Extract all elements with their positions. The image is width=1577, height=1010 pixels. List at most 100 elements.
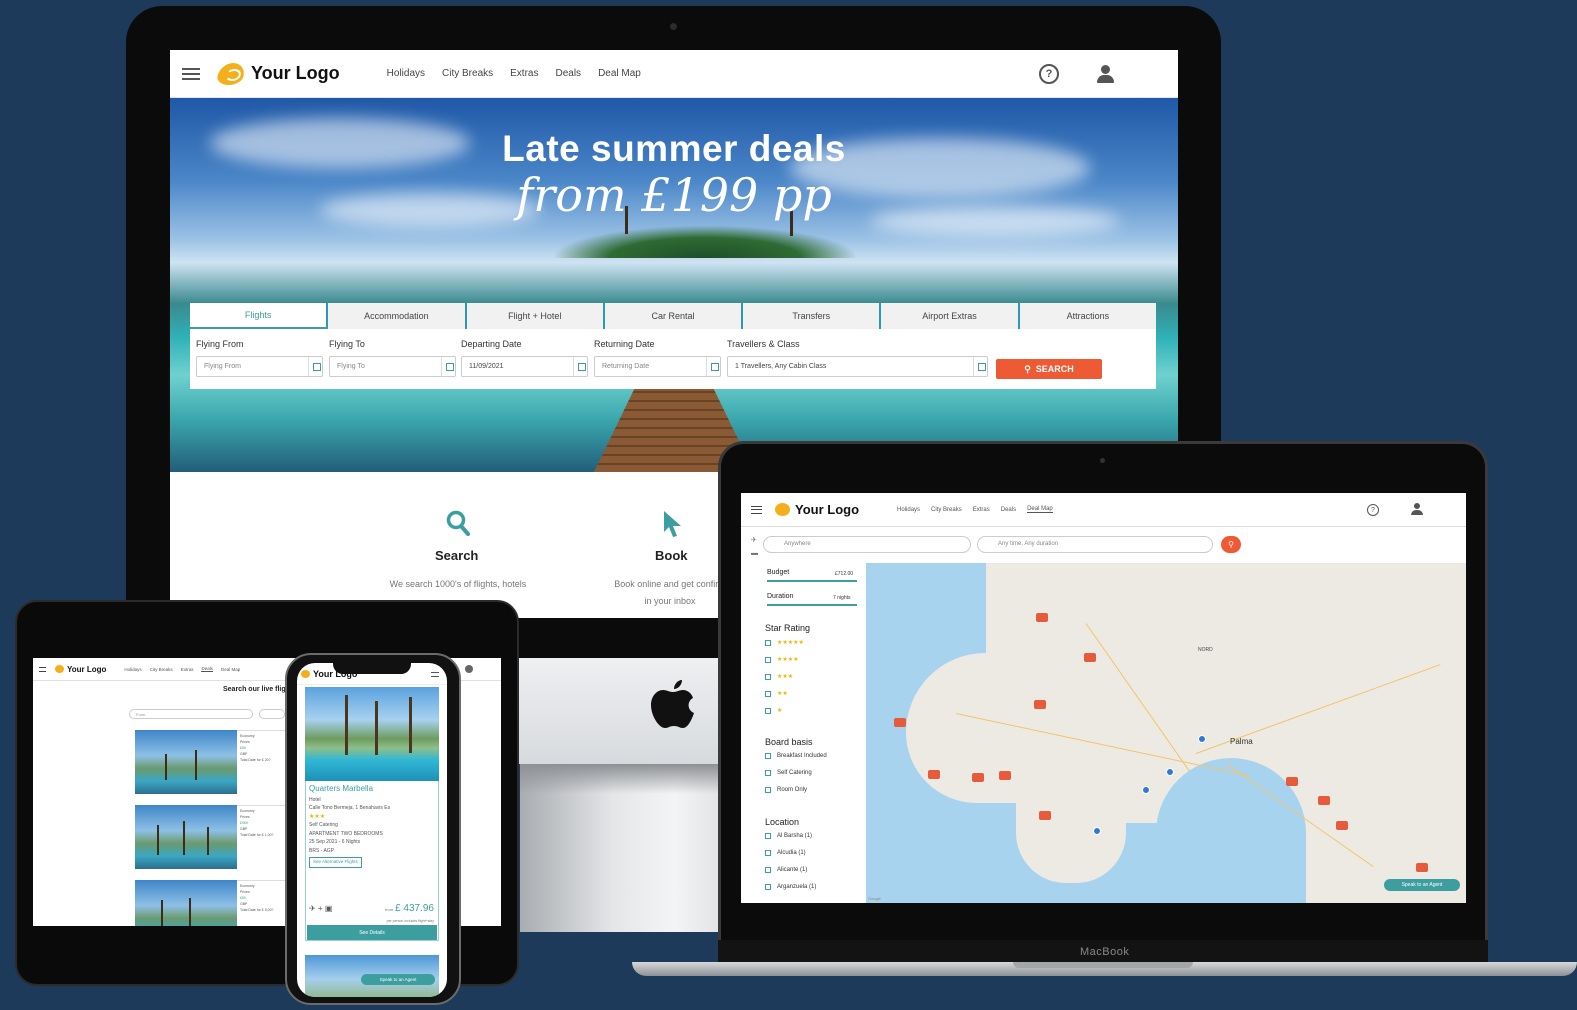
alternative-flights-button[interactable]: See Alternative Flights: [309, 857, 362, 868]
checkbox[interactable]: [765, 656, 771, 663]
departing-date-input[interactable]: 11/09/2021: [461, 356, 588, 377]
travellers-input[interactable]: 1 Travellers, Any Cabin Class: [727, 356, 988, 377]
deal-map[interactable]: Palma NORD Google Speak to an Agent: [866, 563, 1466, 903]
tab-car-rental[interactable]: Car Rental: [605, 303, 744, 329]
nav-link-extras[interactable]: Extras: [181, 667, 194, 672]
logo[interactable]: Your Logo: [55, 665, 106, 674]
tablet-from-input[interactable]: From: [129, 709, 253, 719]
tab-accommodation[interactable]: Accommodation: [328, 303, 467, 329]
nav-link-deal-map[interactable]: Deal Map: [221, 667, 240, 672]
checkbox[interactable]: [765, 673, 771, 680]
logo[interactable]: Your Logo: [775, 502, 859, 517]
returning-date-input[interactable]: Returning Date: [594, 356, 721, 377]
deal-marker[interactable]: [1318, 796, 1330, 805]
star-filter-3[interactable]: ★★★: [765, 673, 793, 680]
board-filter-breakfast[interactable]: Breakfast Included: [765, 753, 827, 759]
hotel-pin[interactable]: [1198, 735, 1206, 743]
deal-marker[interactable]: [1336, 821, 1348, 830]
hotel-image[interactable]: [305, 687, 439, 781]
deal-marker[interactable]: [1039, 811, 1051, 820]
map-search-button[interactable]: ⚲: [1221, 536, 1241, 553]
deal-marker[interactable]: [1084, 653, 1096, 662]
nav-link-deal-map[interactable]: Deal Map: [598, 68, 641, 79]
nav-link-holidays[interactable]: Holidays: [124, 667, 141, 672]
checkbox[interactable]: [765, 833, 771, 839]
budget-slider[interactable]: [767, 580, 857, 582]
board-filter-self-catering[interactable]: Self Catering: [765, 770, 812, 776]
deal-marker[interactable]: [1416, 863, 1428, 872]
checkbox[interactable]: [765, 787, 771, 793]
location-filter[interactable]: Alcudia (1): [765, 850, 806, 856]
nav-link-city-breaks[interactable]: City Breaks: [150, 667, 173, 672]
deal-marker[interactable]: [1036, 613, 1048, 622]
where-input[interactable]: Anywhere: [763, 536, 971, 553]
see-details-button[interactable]: See Details: [307, 925, 437, 940]
deal-marker[interactable]: [894, 718, 906, 727]
hotel-name[interactable]: Quarters Marbella: [309, 784, 435, 794]
search-button[interactable]: ⚲ SEARCH: [996, 359, 1102, 379]
tab-airport-extras[interactable]: Airport Extras: [881, 303, 1020, 329]
menu-icon[interactable]: [182, 67, 200, 80]
star-filter-2[interactable]: ★★: [765, 690, 788, 697]
tab-transfers[interactable]: Transfers: [743, 303, 882, 329]
tablet-to-input[interactable]: [259, 709, 285, 719]
hotel-pin[interactable]: [1166, 768, 1174, 776]
deal-marker[interactable]: [999, 771, 1011, 780]
user-icon[interactable]: [465, 665, 473, 673]
flight-card-image[interactable]: [135, 805, 237, 869]
nav-link-holidays[interactable]: Holidays: [387, 68, 425, 79]
nav-link-deals[interactable]: Deals: [555, 68, 581, 79]
nav-link-holidays[interactable]: Holidays: [897, 507, 920, 513]
hotel-pin[interactable]: [1093, 827, 1101, 835]
board-filter-room-only[interactable]: Room Only: [765, 787, 807, 793]
help-icon[interactable]: ?: [1367, 504, 1379, 516]
nav-link-extras[interactable]: Extras: [510, 68, 538, 79]
checkbox[interactable]: [765, 850, 771, 856]
help-icon[interactable]: ?: [1039, 64, 1059, 84]
checkbox[interactable]: [765, 867, 771, 873]
user-icon[interactable]: [1096, 64, 1116, 84]
checkbox[interactable]: [765, 639, 771, 646]
checkbox[interactable]: [765, 690, 771, 697]
location-filter[interactable]: Arganzuela (1): [765, 884, 816, 890]
nav-link-city-breaks[interactable]: City Breaks: [442, 68, 493, 79]
menu-icon[interactable]: [39, 666, 46, 672]
checkbox[interactable]: [765, 753, 771, 759]
star-filter-4[interactable]: ★★★★: [765, 656, 799, 663]
speak-to-agent-button[interactable]: Speak to an Agent: [361, 974, 435, 985]
location-filter[interactable]: Alicante (1): [765, 867, 807, 873]
tab-flight-hotel[interactable]: Flight + Hotel: [467, 303, 605, 329]
menu-icon[interactable]: [751, 505, 762, 514]
flying-to-input[interactable]: Flying To: [329, 356, 456, 377]
hotel-pin[interactable]: [1142, 786, 1150, 794]
nav-link-deal-map[interactable]: Deal Map: [1027, 506, 1053, 513]
checkbox[interactable]: [765, 707, 771, 714]
bed-icon[interactable]: ▬: [751, 550, 758, 557]
checkbox[interactable]: [765, 884, 771, 890]
nav-link-city-breaks[interactable]: City Breaks: [931, 507, 962, 513]
deal-marker[interactable]: [928, 770, 940, 779]
plane-icon[interactable]: ✈: [751, 536, 757, 544]
when-input[interactable]: Any time, Any duration: [977, 536, 1213, 553]
flight-card-image[interactable]: [135, 880, 237, 926]
tab-flights[interactable]: Flights: [190, 303, 329, 329]
deal-marker[interactable]: [972, 773, 984, 782]
star-filter-5[interactable]: ★★★★★: [765, 639, 804, 646]
deal-marker[interactable]: [1034, 700, 1046, 709]
flight-card-image[interactable]: [135, 730, 237, 794]
speak-to-agent-button[interactable]: Speak to an Agent: [1384, 879, 1460, 891]
logo[interactable]: Your Logo: [215, 62, 340, 85]
nav-link-deals[interactable]: Deals: [1001, 507, 1016, 513]
duration-slider[interactable]: [767, 604, 857, 606]
nav-link-deals[interactable]: Deals: [201, 666, 213, 672]
user-icon[interactable]: [1411, 503, 1423, 516]
nav-link-extras[interactable]: Extras: [973, 507, 990, 513]
checkbox[interactable]: [765, 770, 771, 776]
deal-marker[interactable]: [1286, 777, 1298, 786]
star-filter-1[interactable]: ★: [765, 707, 782, 714]
flying-from-input[interactable]: Flying From: [196, 356, 323, 377]
menu-icon[interactable]: [431, 672, 439, 677]
tab-attractions[interactable]: Attractions: [1020, 303, 1156, 329]
star-filter-label: ★★★★★: [777, 640, 804, 646]
location-filter[interactable]: Al Barsha (1): [765, 833, 812, 839]
